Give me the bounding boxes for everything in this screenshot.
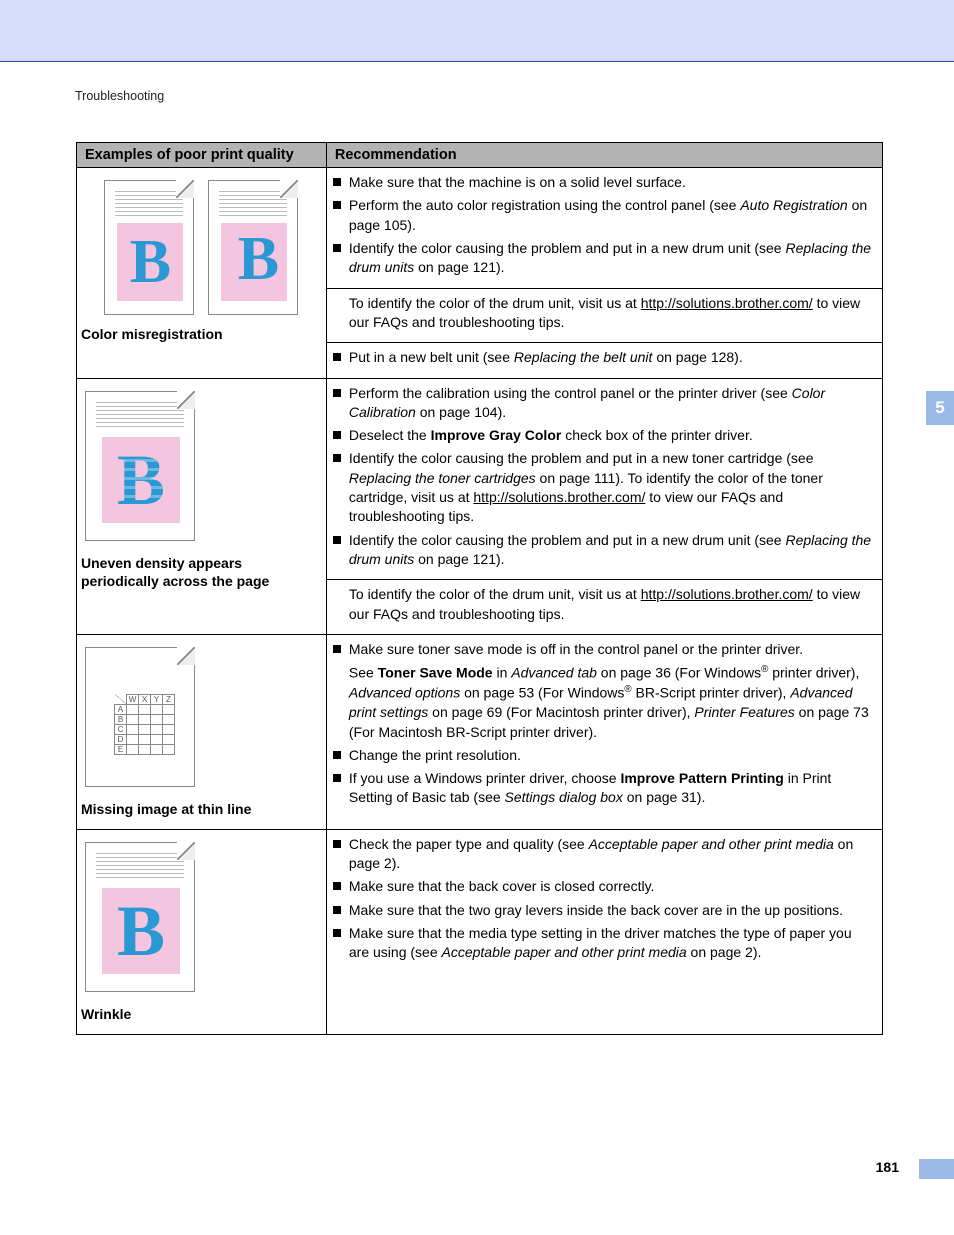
sample-page-icon: WXYZABCDE: [85, 647, 195, 787]
recommendation-bullet: Change the print resolution.: [333, 746, 872, 765]
example-cell: BB Color misregistration: [77, 168, 327, 379]
bullet-icon: [333, 536, 341, 544]
recommendation-bullet: If you use a Windows printer driver, cho…: [333, 769, 872, 808]
chapter-tab: 5: [926, 391, 954, 425]
recommendation-note: To identify the color of the drum unit, …: [349, 585, 872, 624]
recommendation-note: See Toner Save Mode in Advanced tab on p…: [349, 663, 872, 742]
example-label: Missing image at thin line: [81, 800, 322, 819]
recommendation-bullet: Identify the color causing the problem a…: [333, 449, 872, 526]
chapter-heading: Troubleshooting: [75, 89, 164, 103]
recommendation-cell: Make sure that the machine is on a solid…: [326, 168, 882, 379]
example-label: Color misregistration: [81, 325, 322, 344]
recommendation-bullet: Perform the auto color registration usin…: [333, 196, 872, 235]
th-recommendation: Recommendation: [326, 143, 882, 168]
bullet-icon: [333, 244, 341, 252]
bullet-icon: [333, 906, 341, 914]
bullet-icon: [333, 645, 341, 653]
recommendation-bullet: Perform the calibration using the contro…: [333, 384, 872, 423]
recommendation-cell: Check the paper type and quality (see Ac…: [326, 829, 882, 1034]
thin-line-grid-icon: WXYZABCDE: [114, 694, 175, 755]
example-cell: B Wrinkle: [77, 829, 327, 1034]
table-row: B Uneven density appears periodically acr…: [77, 378, 883, 634]
bullet-icon: [333, 929, 341, 937]
example-cell: WXYZABCDE Missing image at thin line: [77, 634, 327, 829]
bullet-icon: [333, 201, 341, 209]
recommendation-bullet: Deselect the Improve Gray Color check bo…: [333, 426, 872, 445]
sample-page-icon: B: [208, 180, 298, 315]
bullet-icon: [333, 454, 341, 462]
bullet-icon: [333, 389, 341, 397]
recommendation-bullet: Identify the color causing the problem a…: [333, 239, 872, 278]
example-label: Wrinkle: [81, 1005, 322, 1024]
example-label: Uneven density appears periodically acro…: [81, 554, 322, 592]
table-row: BB Color misregistration Make sure that th…: [77, 168, 883, 379]
recommendation-bullet: Put in a new belt unit (see Replacing th…: [333, 348, 872, 367]
page-indicator: [919, 1159, 954, 1179]
sample-page-icon: B: [104, 180, 194, 315]
table-row: B Wrinkle Check the paper type and quality…: [77, 829, 883, 1034]
recommendation-bullet: Identify the color causing the problem a…: [333, 531, 872, 570]
bullet-icon: [333, 353, 341, 361]
bullet-icon: [333, 774, 341, 782]
bullet-icon: [333, 431, 341, 439]
recommendation-cell: Make sure toner save mode is off in the …: [326, 634, 882, 829]
recommendation-cell: Perform the calibration using the contro…: [326, 378, 882, 634]
recommendation-bullet: Make sure that the machine is on a solid…: [333, 173, 872, 192]
bullet-icon: [333, 840, 341, 848]
recommendation-bullet: Make sure that the two gray levers insid…: [333, 901, 872, 920]
recommendation-bullet: Check the paper type and quality (see Ac…: [333, 835, 872, 874]
troubleshooting-table: Examples of poor print quality Recommend…: [76, 142, 883, 1035]
table-row: WXYZABCDE Missing image at thin line Make …: [77, 634, 883, 829]
bullet-icon: [333, 751, 341, 759]
recommendation-note: To identify the color of the drum unit, …: [349, 294, 872, 333]
bullet-icon: [333, 178, 341, 186]
bullet-icon: [333, 882, 341, 890]
recommendation-bullet: Make sure toner save mode is off in the …: [333, 640, 872, 659]
th-examples: Examples of poor print quality: [77, 143, 327, 168]
page-number: 181: [876, 1159, 899, 1175]
recommendation-bullet: Make sure that the back cover is closed …: [333, 877, 872, 896]
sample-page-icon: B: [85, 391, 195, 541]
header-bar: [0, 0, 954, 62]
sample-page-icon: B: [85, 842, 195, 992]
example-cell: B Uneven density appears periodically acr…: [77, 378, 327, 634]
recommendation-bullet: Make sure that the media type setting in…: [333, 924, 872, 963]
